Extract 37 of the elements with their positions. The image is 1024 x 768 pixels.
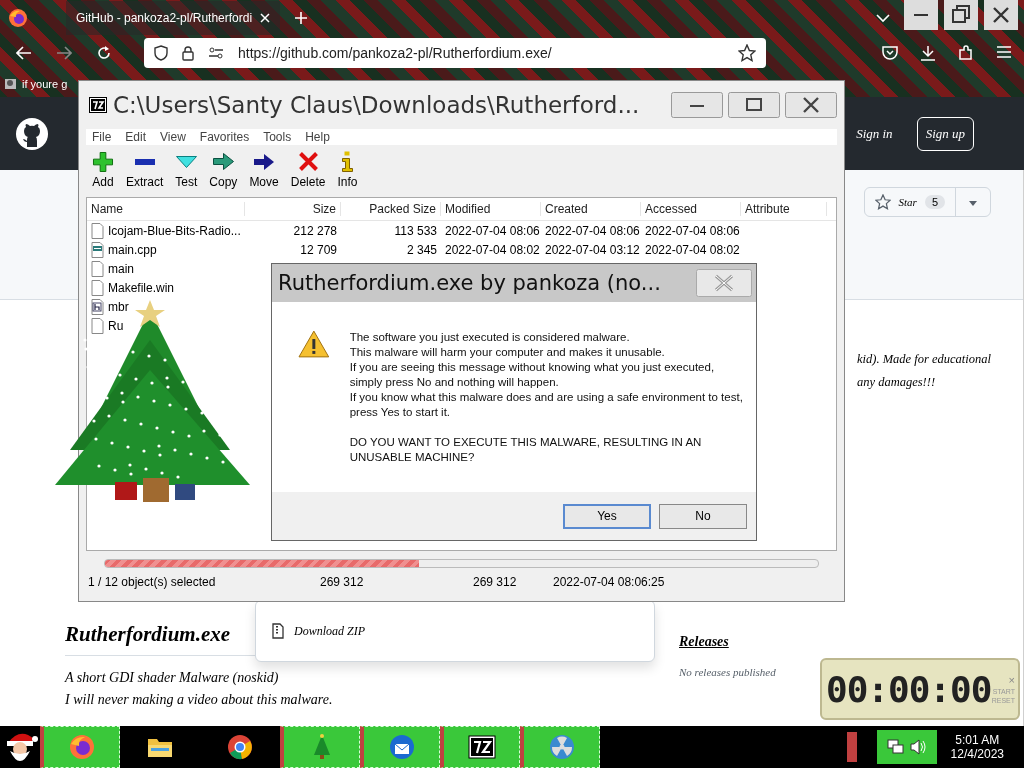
table-cell-text: 2022-07-04 08:06	[444, 223, 541, 238]
table-cell-text: 2022-07-04 08:06	[544, 223, 641, 238]
file-name: mbr	[108, 299, 129, 314]
status-text: 2022-07-04 08:06:25	[553, 575, 665, 589]
message-text: The software you just executed is considered malware.	[349, 330, 631, 345]
table-cell-text: 2022-07-04 03:12	[544, 242, 641, 257]
url-text: https://github.com/pankoza2-pl/Rutherfordium.exe/	[238, 45, 552, 61]
message-text: DO YOU WANT TO EXECUTE THIS MALWARE, RESULTING IN AN UNUSABLE MACHINE?	[349, 435, 703, 465]
description-text: any damages!!!	[857, 375, 937, 390]
file-name: Icojam-Blue-Bits-Radio...	[108, 223, 241, 238]
table-cell-text: 113 533	[393, 223, 438, 238]
readme-text: I will never making a video about this malware.	[65, 692, 334, 708]
table-cell-text: 2022-07-04 08:02	[444, 242, 541, 257]
table-cell-text: 2022-07-04 08:06	[644, 223, 741, 238]
file-name: Ru	[108, 318, 124, 333]
message-text: If you know what this malware does and are using a safe environment to test, press Yes to start it.	[349, 390, 744, 420]
dialog-title: Rutherfordium.exe by pankoza (no...	[278, 271, 661, 295]
star-count: 5	[924, 195, 945, 209]
status-text: 1 / 12 object(s) selected	[87, 575, 217, 589]
table-cell-text: 212 278	[292, 223, 338, 238]
file-name: Makefile.win	[108, 280, 175, 295]
file-name: main	[108, 261, 134, 276]
file-name: main.cpp	[108, 242, 157, 257]
table-cell-text: 2 345	[405, 242, 438, 257]
status-text: 269 312	[473, 575, 518, 589]
status-text: 269 312	[319, 575, 365, 589]
tab-title: GitHub - pankoza2-pl/Rutherfordi	[76, 11, 253, 25]
releases-text: No releases published	[679, 666, 777, 678]
releases-heading: Releases	[679, 634, 730, 650]
window-title: C:\Users\Santy Claus\Downloads\Rutherford...	[113, 92, 640, 118]
readme-text: A short GDI shader Malware (noskid)	[65, 670, 280, 686]
table-cell-text: 12 709	[299, 242, 338, 257]
table-cell-text: 2022-07-04 08:02	[644, 242, 741, 257]
description-text: kid). Made for educational	[857, 352, 991, 367]
timer-display: 00:00:00	[826, 668, 992, 710]
message-text: If you are seeing this message without knowing what you just executed, simply press No and nothing will happen.	[349, 360, 716, 390]
message-text: This malware will harm your computer and makes it unusable.	[349, 345, 666, 360]
